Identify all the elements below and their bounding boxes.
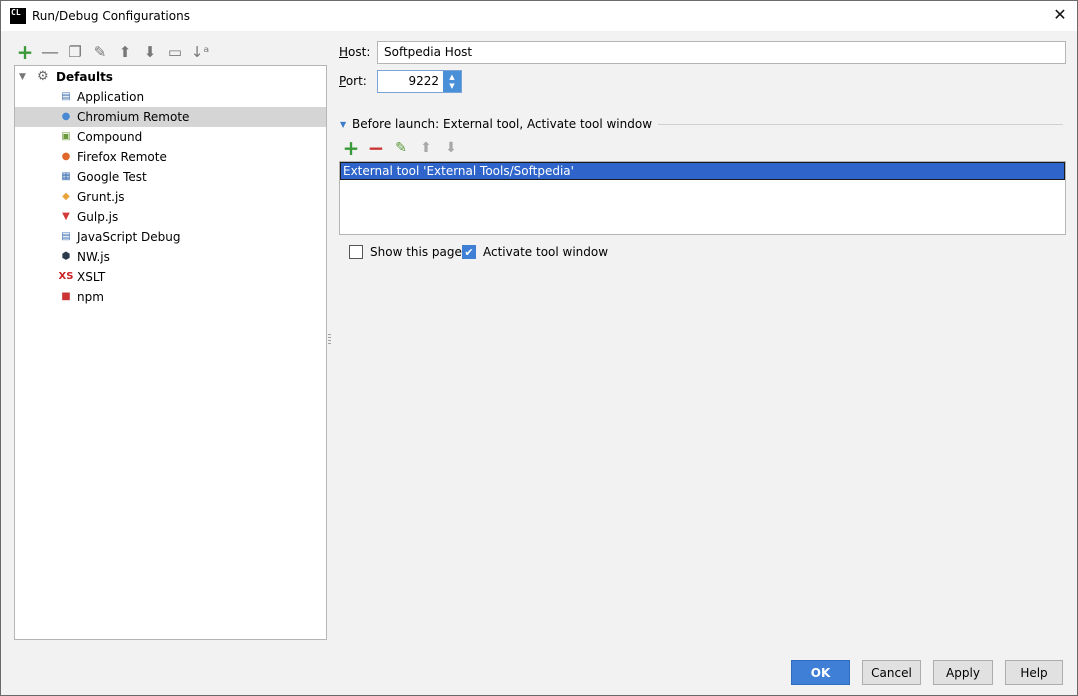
collapse-arrow-icon[interactable]: ▼: [19, 72, 29, 82]
task-item[interactable]: External tool 'External Tools/Softpedia': [340, 162, 1065, 180]
npm-icon: ■: [61, 291, 71, 302]
show-page-option[interactable]: Show this page: [349, 244, 462, 260]
port-spinner[interactable]: 9222 ▲ ▼: [377, 70, 462, 93]
apply-button[interactable]: Apply: [933, 660, 993, 685]
tree-item-label: Compound: [77, 130, 143, 144]
tree-item-firefox-remote[interactable]: ● Firefox Remote: [15, 147, 326, 167]
window-title: Run/Debug Configurations: [32, 9, 190, 23]
edit-task-button[interactable]: ✎: [391, 139, 411, 157]
remove-task-button[interactable]: −: [366, 136, 386, 160]
wrench-icon: ⚙: [37, 69, 49, 84]
host-label: Host:: [339, 45, 371, 59]
before-launch-task-list[interactable]: External tool 'External Tools/Softpedia': [339, 161, 1066, 235]
add-task-button[interactable]: +: [341, 136, 361, 160]
configuration-tree[interactable]: ▼ ⚙ Defaults ▤ Application ● Chromium Remot…: [14, 65, 327, 640]
tree-item-compound[interactable]: ▣ Compound: [15, 127, 326, 147]
activate-tool-label: Activate tool window: [483, 245, 609, 259]
task-up-button[interactable]: ⬆: [416, 139, 436, 157]
firefox-icon: ●: [61, 151, 71, 162]
close-button[interactable]: ✕: [1053, 7, 1067, 23]
add-config-button[interactable]: +: [15, 40, 35, 64]
tree-item-label: Chromium Remote: [77, 110, 190, 124]
tree-item-label: Google Test: [77, 170, 147, 184]
before-launch-toolbar: + − ✎ ⬆ ⬇: [341, 136, 461, 160]
show-page-checkbox[interactable]: [349, 245, 363, 259]
tree-root-label: Defaults: [56, 70, 113, 84]
clion-app-icon: CL: [10, 8, 26, 24]
expand-arrow-icon[interactable]: ▼: [340, 120, 350, 129]
folder-button[interactable]: ▭: [165, 42, 185, 62]
google-test-icon: ▦: [61, 171, 71, 182]
port-spin-buttons[interactable]: ▲ ▼: [443, 71, 461, 92]
tree-item-label: Gulp.js: [77, 210, 119, 224]
compound-icon: ▣: [61, 131, 71, 142]
config-toolbar: + — ❐ ✎ ⬆ ⬇ ▭ ↓ᵃ: [15, 40, 210, 64]
tree-item-xslt[interactable]: XS XSLT: [15, 267, 326, 287]
tree-item-google-test[interactable]: ▦ Google Test: [15, 167, 326, 187]
help-button[interactable]: Help: [1005, 660, 1063, 685]
tree-item-gulp-js[interactable]: ▼ Gulp.js: [15, 207, 326, 227]
port-input[interactable]: 9222: [378, 71, 443, 92]
copy-config-button[interactable]: ❐: [65, 42, 85, 62]
tree-item-grunt-js[interactable]: ◆ Grunt.js: [15, 187, 326, 207]
title-bar: CL Run/Debug Configurations ✕: [1, 1, 1077, 31]
tree-item-label: JavaScript Debug: [77, 230, 181, 244]
application-icon: ▤: [61, 91, 71, 102]
move-down-button[interactable]: ⬇: [140, 42, 160, 62]
chromium-icon: ●: [61, 111, 71, 122]
tree-item-label: XSLT: [77, 270, 106, 284]
gulp-icon: ▼: [62, 211, 70, 222]
spin-down-icon[interactable]: ▼: [449, 82, 454, 91]
before-launch-title: Before launch: External tool, Activate t…: [352, 117, 653, 131]
remove-config-button[interactable]: —: [40, 42, 60, 63]
tree-item-application[interactable]: ▤ Application: [15, 87, 326, 107]
sort-button[interactable]: ↓ᵃ: [190, 42, 210, 62]
tree-item-label: Firefox Remote: [77, 150, 167, 164]
splitter-handle[interactable]: [328, 334, 331, 346]
tree-item-chromium-remote[interactable]: ● Chromium Remote: [15, 107, 326, 127]
spin-up-icon[interactable]: ▲: [449, 73, 454, 82]
activate-tool-checkbox[interactable]: ✔: [462, 245, 476, 259]
tree-root-defaults[interactable]: ▼ ⚙ Defaults: [15, 67, 326, 87]
tree-item-npm[interactable]: ■ npm: [15, 287, 326, 307]
grunt-icon: ◆: [62, 191, 70, 202]
move-up-button[interactable]: ⬆: [115, 42, 135, 62]
port-label: Port:: [339, 74, 367, 88]
javascript-debug-icon: ▤: [61, 231, 71, 242]
cancel-button[interactable]: Cancel: [862, 660, 921, 685]
section-divider: [658, 123, 1063, 125]
activate-tool-option[interactable]: ✔ Activate tool window: [462, 244, 608, 260]
show-page-label: Show this page: [370, 245, 462, 259]
task-down-button[interactable]: ⬇: [441, 139, 461, 157]
tree-item-label: Application: [77, 90, 145, 104]
xslt-icon: XS: [58, 271, 74, 282]
tree-item-label: NW.js: [77, 250, 110, 264]
tree-item-label: Grunt.js: [77, 190, 125, 204]
ok-button[interactable]: OK: [791, 660, 850, 685]
tree-item-javascript-debug[interactable]: ▤ JavaScript Debug: [15, 227, 326, 247]
dialog-window: CL Run/Debug Configurations ✕ + — ❐ ✎ ⬆ …: [0, 0, 1078, 696]
host-input[interactable]: Softpedia Host: [377, 41, 1066, 64]
before-launch-header[interactable]: ▼ Before launch: External tool, Activate…: [339, 116, 1063, 132]
edit-defaults-button[interactable]: ✎: [90, 42, 110, 62]
nwjs-icon: ⬢: [61, 251, 71, 262]
tree-item-nw-js[interactable]: ⬢ NW.js: [15, 247, 326, 267]
tree-item-label: npm: [77, 290, 104, 304]
